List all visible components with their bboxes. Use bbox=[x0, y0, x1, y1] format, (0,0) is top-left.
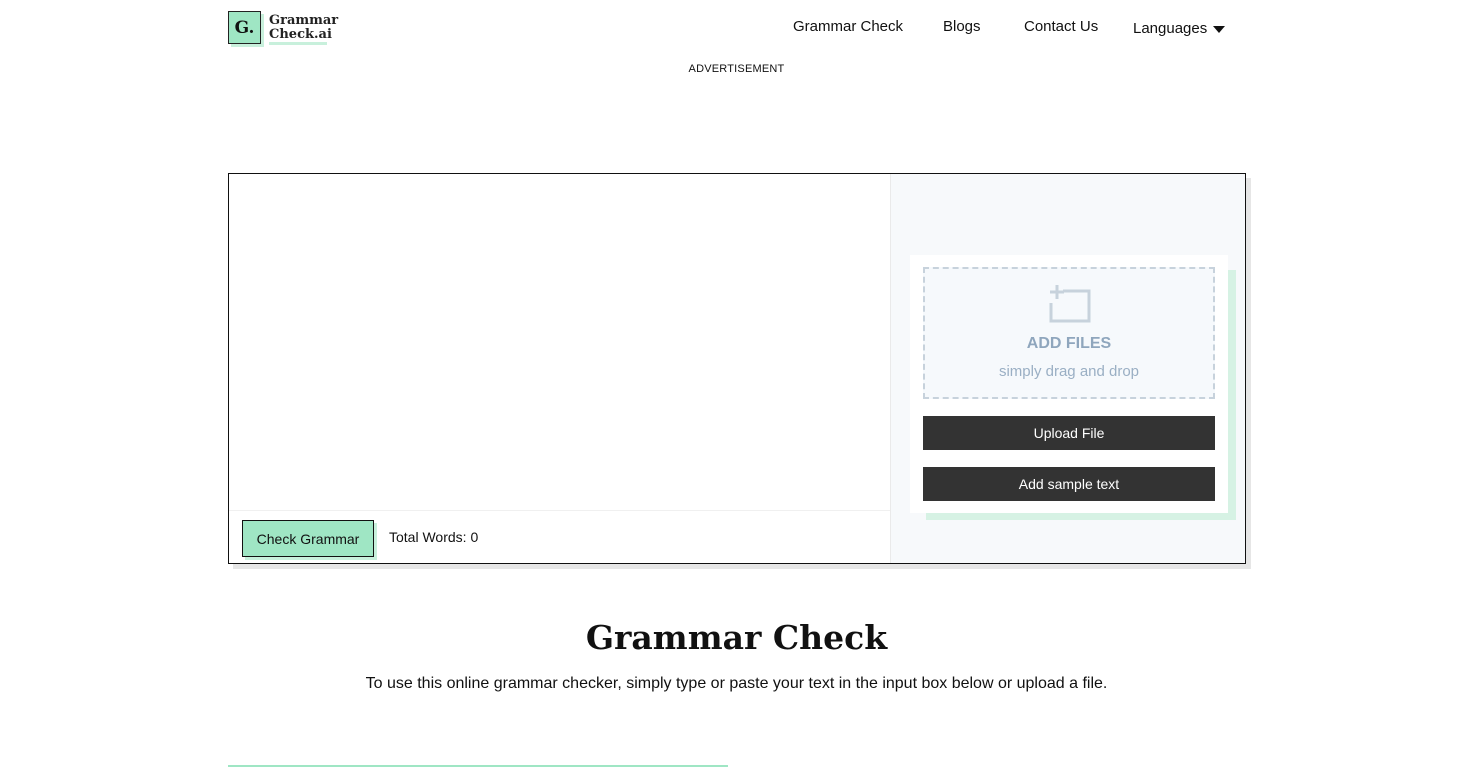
nav-grammar-check[interactable]: Grammar Check bbox=[793, 18, 903, 36]
section-title: Grammar Check bbox=[585, 618, 888, 657]
drop-subtitle: simply drag and drop bbox=[998, 363, 1140, 380]
languages-label: Languages bbox=[1133, 20, 1208, 37]
logo-underline bbox=[269, 42, 327, 45]
drop-title: ADD FILES bbox=[1026, 335, 1112, 352]
add-sample-text-button[interactable]: Add sample text bbox=[923, 467, 1215, 501]
logo-mark: G. bbox=[228, 11, 261, 44]
section-description: To use this online grammar checker, simp… bbox=[365, 675, 1108, 692]
advertisement-label: ADVERTISEMENT bbox=[688, 63, 785, 75]
site-logo[interactable]: G. Grammar Check.ai bbox=[228, 11, 338, 47]
check-grammar-button[interactable]: Check Grammar bbox=[242, 520, 374, 557]
grammar-editor: Check Grammar Total Words: 0 ADD FILES si… bbox=[228, 173, 1246, 564]
file-drop-zone[interactable]: ADD FILES simply drag and drop bbox=[923, 267, 1215, 399]
total-words-label: Total Words: bbox=[389, 529, 467, 545]
nav-contact-us[interactable]: Contact Us bbox=[1024, 18, 1098, 35]
nav-blogs[interactable]: Blogs bbox=[943, 18, 981, 35]
total-words: Total Words: 0 bbox=[389, 529, 478, 545]
add-file-icon bbox=[1049, 285, 1091, 323]
upload-panel: ADD FILES simply drag and drop Upload Fi… bbox=[890, 174, 1245, 563]
logo-line-1: Grammar bbox=[269, 13, 339, 28]
section-divider bbox=[228, 765, 728, 767]
total-words-count: 0 bbox=[470, 529, 479, 545]
languages-dropdown[interactable]: Languages bbox=[1133, 20, 1226, 37]
editor-footer: Check Grammar Total Words: 0 bbox=[229, 510, 890, 563]
text-input[interactable] bbox=[229, 174, 890, 510]
upload-file-button[interactable]: Upload File bbox=[923, 416, 1215, 450]
site-header: G. Grammar Check.ai Grammar Check Blogs … bbox=[0, 0, 1473, 60]
caret-down-icon bbox=[1213, 26, 1226, 33]
logo-line-2: Check.ai bbox=[269, 27, 332, 42]
logo-wordmark: Grammar Check.ai bbox=[269, 14, 338, 42]
upload-card: ADD FILES simply drag and drop Upload Fi… bbox=[910, 255, 1228, 513]
